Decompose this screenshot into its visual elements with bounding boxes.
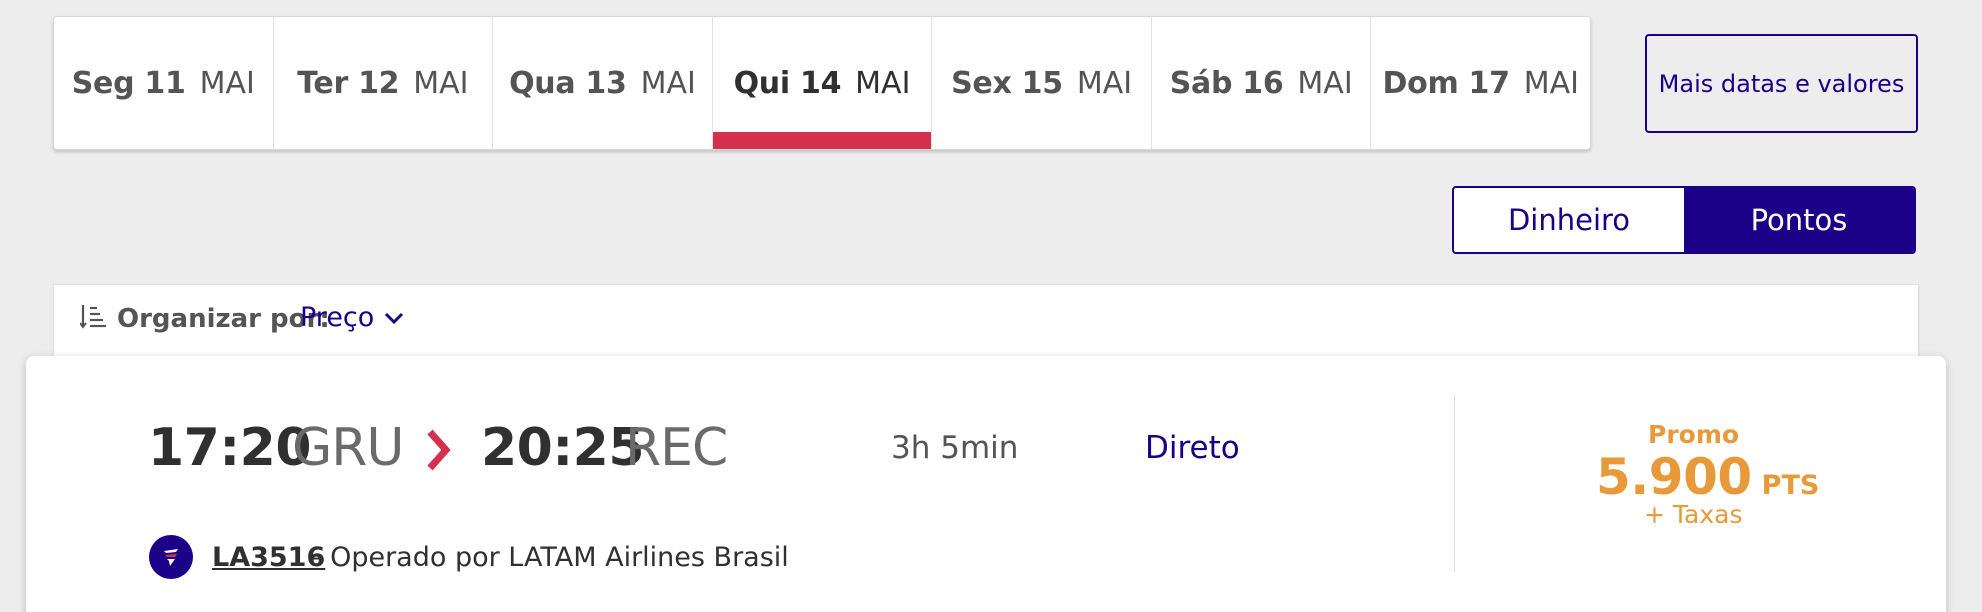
date-tab-month: MAI xyxy=(1297,65,1353,101)
flight-stops[interactable]: Direto xyxy=(1145,430,1240,466)
currency-toggle: Dinheiro Pontos xyxy=(1452,186,1916,254)
fare-price: 5.900 PTS xyxy=(1596,448,1819,506)
latam-logo-icon xyxy=(149,535,193,579)
date-tab-month: MAI xyxy=(1523,65,1579,101)
date-tab-month: MAI xyxy=(413,65,469,101)
departure-airport: GRU xyxy=(292,418,404,478)
arrival-time: 20:25 xyxy=(481,418,645,478)
sort-icon xyxy=(80,305,106,329)
fare-unit: PTS xyxy=(1761,470,1820,501)
chevron-right-icon xyxy=(427,429,451,471)
sort-value: Preço xyxy=(300,302,375,333)
date-tab-month: MAI xyxy=(199,65,255,101)
fare-label: Promo xyxy=(1648,420,1740,449)
toggle-option-money[interactable]: Dinheiro xyxy=(1454,188,1684,252)
date-tab-day: Ter 12 xyxy=(297,65,400,101)
date-tab-seg-11[interactable]: Seg 11 MAI xyxy=(54,17,274,149)
toggle-option-points[interactable]: Pontos xyxy=(1684,188,1914,252)
more-dates-button[interactable]: Mais datas e valores xyxy=(1645,34,1918,133)
date-tab-ter-12[interactable]: Ter 12 MAI xyxy=(274,17,494,149)
date-tab-month: MAI xyxy=(640,65,696,101)
fare-taxes: + Taxas xyxy=(1644,500,1743,529)
arrival-airport: REC xyxy=(625,418,728,478)
date-tab-qui-14-selected[interactable]: Qui 14 MAI xyxy=(712,17,933,149)
card-divider xyxy=(1454,394,1455,572)
fare-amount: 5.900 xyxy=(1596,448,1752,506)
sort-label: Organizar por: xyxy=(117,304,330,334)
chevron-down-icon xyxy=(385,312,404,324)
date-tab-sex-15[interactable]: Sex 15 MAI xyxy=(932,17,1152,149)
sort-dropdown[interactable]: Preço xyxy=(300,302,404,333)
date-tab-day: Seg 11 xyxy=(71,65,186,101)
date-tab-dom-17[interactable]: Dom 17 MAI xyxy=(1371,17,1590,149)
date-tab-month: MAI xyxy=(855,65,911,101)
date-tabs: Seg 11 MAI Ter 12 MAI Qua 13 MAI Qui 14 … xyxy=(53,16,1591,150)
flight-card[interactable]: 17:20 GRU 20:25 REC 3h 5min Direto Promo… xyxy=(26,356,1946,612)
flight-duration: 3h 5min xyxy=(891,430,1019,466)
operated-by: – Operado por LATAM Airlines Brasil xyxy=(308,542,789,573)
date-tab-day: Sáb 16 xyxy=(1169,65,1284,101)
date-tab-day: Qua 13 xyxy=(509,65,627,101)
date-tab-day: Dom 17 xyxy=(1382,65,1510,101)
date-tab-day: Sex 15 xyxy=(951,65,1063,101)
date-tab-sab-16[interactable]: Sáb 16 MAI xyxy=(1152,17,1372,149)
date-tab-day: Qui 14 xyxy=(733,65,842,101)
date-tab-qua-13[interactable]: Qua 13 MAI xyxy=(493,17,713,149)
date-tab-month: MAI xyxy=(1076,65,1133,101)
departure-time: 17:20 xyxy=(148,418,312,478)
